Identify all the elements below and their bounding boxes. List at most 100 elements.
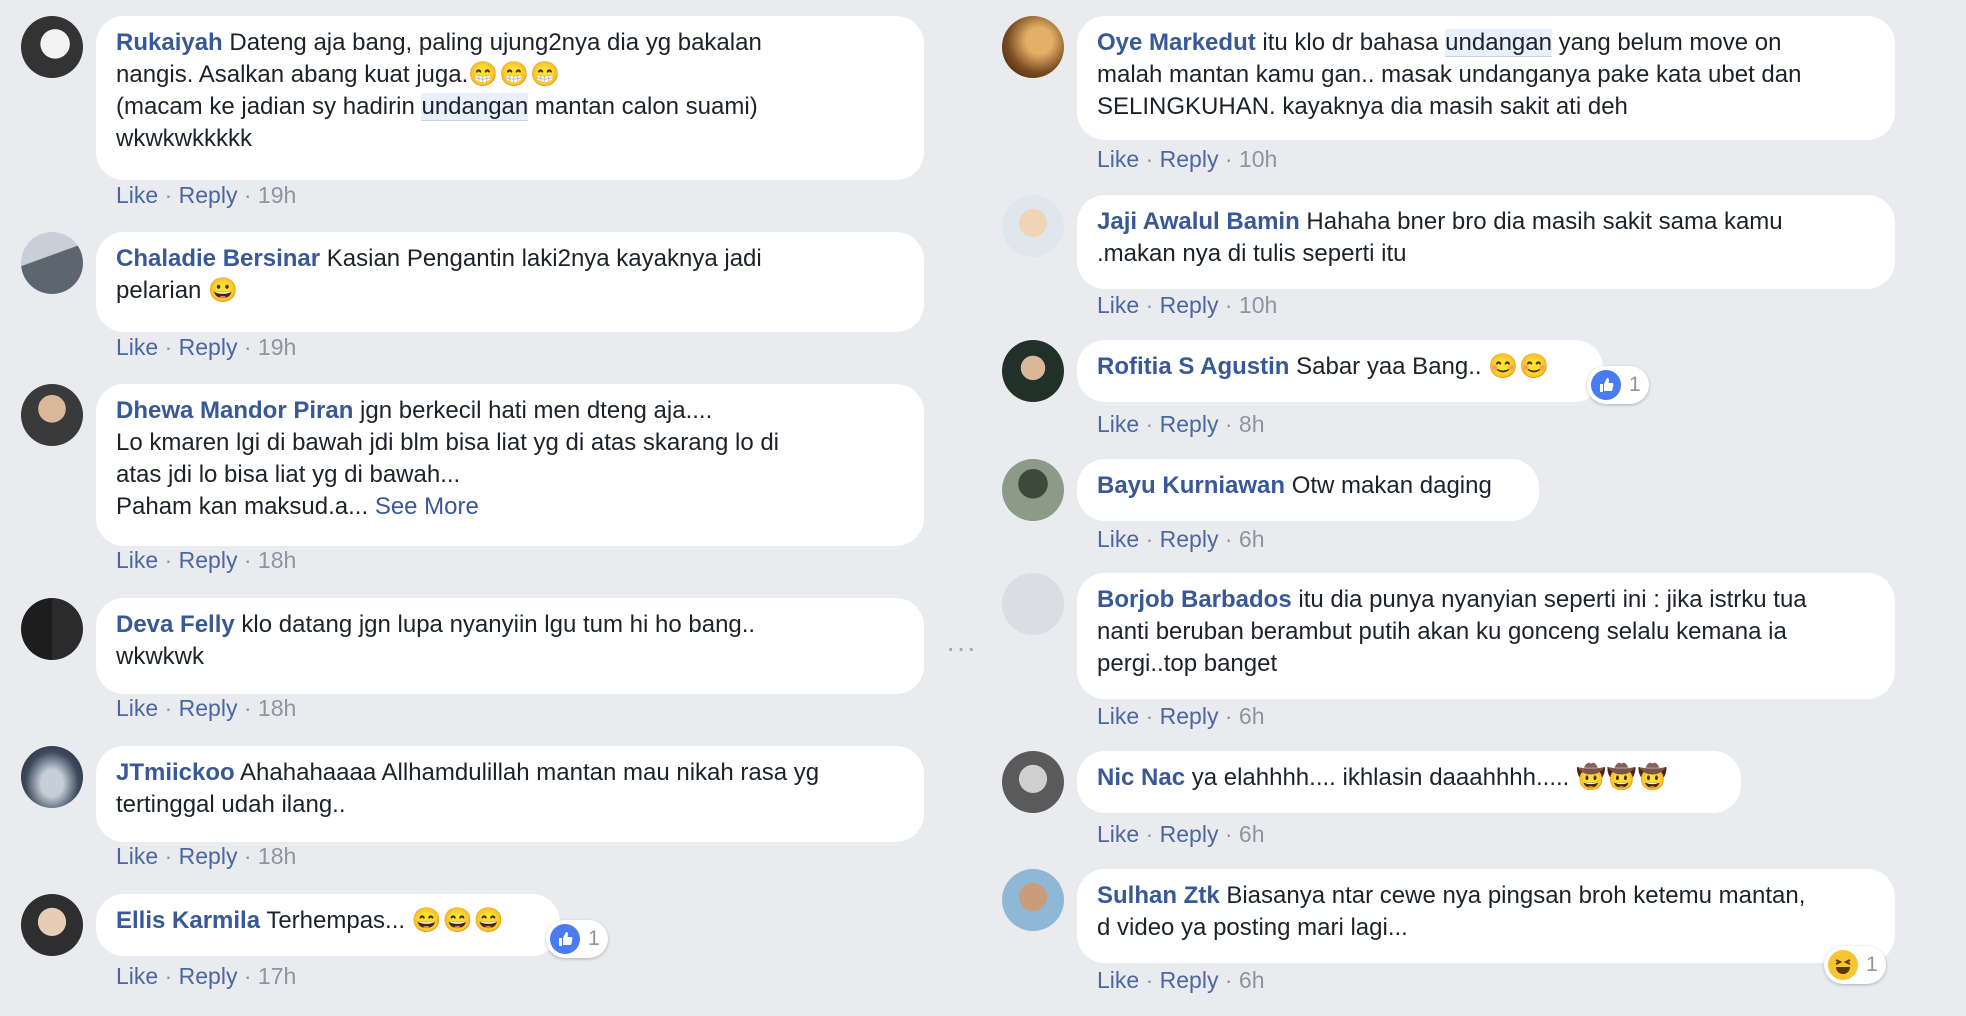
like-link[interactable]: Like <box>1097 146 1139 172</box>
like-reaction-icon <box>550 924 580 954</box>
emoji-grin: 😁😁😁 <box>468 61 561 88</box>
comment-author[interactable]: Nic Nac <box>1097 764 1185 791</box>
timestamp[interactable]: 17h <box>258 963 296 989</box>
emoji-smile: 😄😄😄 <box>411 907 505 934</box>
comment-bubble: Oye Markedut itu klo dr bahasa undangan … <box>1077 16 1895 140</box>
see-more-link[interactable]: See More <box>375 493 479 520</box>
avatar[interactable] <box>21 384 83 446</box>
reply-link[interactable]: Reply <box>1160 411 1219 437</box>
like-link[interactable]: Like <box>1097 821 1139 847</box>
avatar[interactable] <box>21 16 83 78</box>
timestamp[interactable]: 6h <box>1239 821 1265 847</box>
avatar[interactable] <box>1002 16 1064 78</box>
comment-bubble: JTmiickoo Ahahahaaaa Allhamdulillah mant… <box>96 746 924 842</box>
comment-actions: Like · Reply · 10h <box>1097 292 1278 318</box>
reply-link[interactable]: Reply <box>1160 146 1219 172</box>
emoji-grin: 😀 <box>208 277 238 304</box>
like-link[interactable]: Like <box>1097 703 1139 729</box>
comment-author[interactable]: Bayu Kurniawan <box>1097 472 1285 499</box>
comment-author[interactable]: Oye Markedut <box>1097 29 1256 56</box>
comment-actions: Like · Reply · 19h <box>116 182 297 208</box>
comment-author[interactable]: Rofitia S Agustin <box>1097 353 1289 380</box>
timestamp[interactable]: 10h <box>1239 292 1277 318</box>
comment-author[interactable]: JTmiickoo <box>116 759 235 786</box>
comment-actions: Like · Reply · 6h <box>1097 821 1265 847</box>
like-link[interactable]: Like <box>116 843 158 869</box>
timestamp[interactable]: 6h <box>1239 526 1265 552</box>
reaction-summary[interactable]: 1 <box>1587 366 1649 404</box>
comment-bubble: Jaji Awalul Bamin Hahaha bner bro dia ma… <box>1077 195 1895 289</box>
comment-bubble: Bayu Kurniawan Otw makan daging <box>1077 459 1539 521</box>
like-link[interactable]: Like <box>116 182 158 208</box>
timestamp[interactable]: 19h <box>258 334 296 360</box>
reply-link[interactable]: Reply <box>1160 292 1219 318</box>
comment-text: yang belum move on <box>1551 29 1782 56</box>
comment-text: tertinggal udah ilang.. <box>116 791 346 818</box>
comment-text: nangis. Asalkan abang kuat juga. <box>116 61 469 88</box>
reply-link[interactable]: Reply <box>179 843 238 869</box>
timestamp[interactable]: 18h <box>258 547 296 573</box>
like-link[interactable]: Like <box>1097 526 1139 552</box>
like-link[interactable]: Like <box>1097 967 1139 993</box>
reply-link[interactable]: Reply <box>1160 703 1219 729</box>
timestamp[interactable]: 10h <box>1239 146 1277 172</box>
like-link[interactable]: Like <box>116 547 158 573</box>
timestamp[interactable]: 8h <box>1239 411 1265 437</box>
comment-bubble: Dhewa Mandor Piran jgn berkecil hati men… <box>96 384 924 546</box>
avatar[interactable] <box>1002 573 1064 635</box>
reply-link[interactable]: Reply <box>179 695 238 721</box>
avatar[interactable] <box>21 598 83 660</box>
more-options-icon[interactable]: ··· <box>946 632 977 664</box>
like-link[interactable]: Like <box>116 963 158 989</box>
reply-link[interactable]: Reply <box>179 182 238 208</box>
hashtag-link-undangan[interactable]: undangan <box>421 93 529 121</box>
timestamp[interactable]: 18h <box>258 695 296 721</box>
reaction-summary[interactable]: 1 <box>1824 946 1886 984</box>
hashtag-link-undangan[interactable]: undangan <box>1445 29 1552 57</box>
comment-author[interactable]: Rukaiyah <box>116 29 223 56</box>
comment-text: itu dia punya nyanyian seperti ini : jik… <box>1298 586 1807 613</box>
reply-link[interactable]: Reply <box>179 963 238 989</box>
comment-text: Lo kmaren lgi di bawah jdi blm bisa liat… <box>116 429 780 456</box>
avatar[interactable] <box>1002 459 1064 521</box>
comment-author[interactable]: Jaji Awalul Bamin <box>1097 208 1300 235</box>
comment-author[interactable]: Deva Felly <box>116 611 235 638</box>
avatar[interactable] <box>21 746 83 808</box>
reply-link[interactable]: Reply <box>1160 821 1219 847</box>
comment-bubble: Sulhan Ztk Biasanya ntar cewe nya pingsa… <box>1077 869 1895 963</box>
reaction-count: 1 <box>1629 373 1641 396</box>
like-link[interactable]: Like <box>116 334 158 360</box>
comment-author[interactable]: Dhewa Mandor Piran <box>116 397 353 424</box>
comment-text: Terhempas... <box>266 907 406 934</box>
like-link[interactable]: Like <box>116 695 158 721</box>
comment-author[interactable]: Sulhan Ztk <box>1097 882 1220 909</box>
comment-author[interactable]: Borjob Barbados <box>1097 586 1292 613</box>
timestamp[interactable]: 18h <box>258 843 296 869</box>
haha-reaction-icon <box>1828 950 1858 980</box>
avatar[interactable] <box>1002 869 1064 931</box>
avatar[interactable] <box>1002 751 1064 813</box>
comment-text: Sabar yaa Bang.. <box>1296 353 1482 380</box>
comment-text: wkwkwk <box>116 643 204 670</box>
timestamp[interactable]: 6h <box>1239 967 1265 993</box>
comment-text: malah mantan kamu gan.. masak undanganya… <box>1097 61 1802 88</box>
avatar[interactable] <box>1002 340 1064 402</box>
comment-bubble: Nic Nac ya elahhhh.... ikhlasin daaahhhh… <box>1077 751 1741 813</box>
comment-author[interactable]: Chaladie Bersinar <box>116 245 320 272</box>
like-link[interactable]: Like <box>1097 292 1139 318</box>
comment-text: pelarian <box>116 277 202 304</box>
comment-author[interactable]: Ellis Karmila <box>116 907 260 934</box>
avatar[interactable] <box>21 232 83 294</box>
avatar[interactable] <box>21 894 83 956</box>
reaction-summary[interactable]: 1 <box>546 920 608 958</box>
timestamp[interactable]: 19h <box>258 182 296 208</box>
comment-actions: Like · Reply · 18h <box>116 547 297 573</box>
reply-link[interactable]: Reply <box>179 334 238 360</box>
timestamp[interactable]: 6h <box>1239 703 1265 729</box>
comment-text: itu klo dr bahasa <box>1262 29 1446 56</box>
avatar[interactable] <box>1002 195 1064 257</box>
reply-link[interactable]: Reply <box>179 547 238 573</box>
reply-link[interactable]: Reply <box>1160 526 1219 552</box>
reply-link[interactable]: Reply <box>1160 967 1219 993</box>
like-link[interactable]: Like <box>1097 411 1139 437</box>
